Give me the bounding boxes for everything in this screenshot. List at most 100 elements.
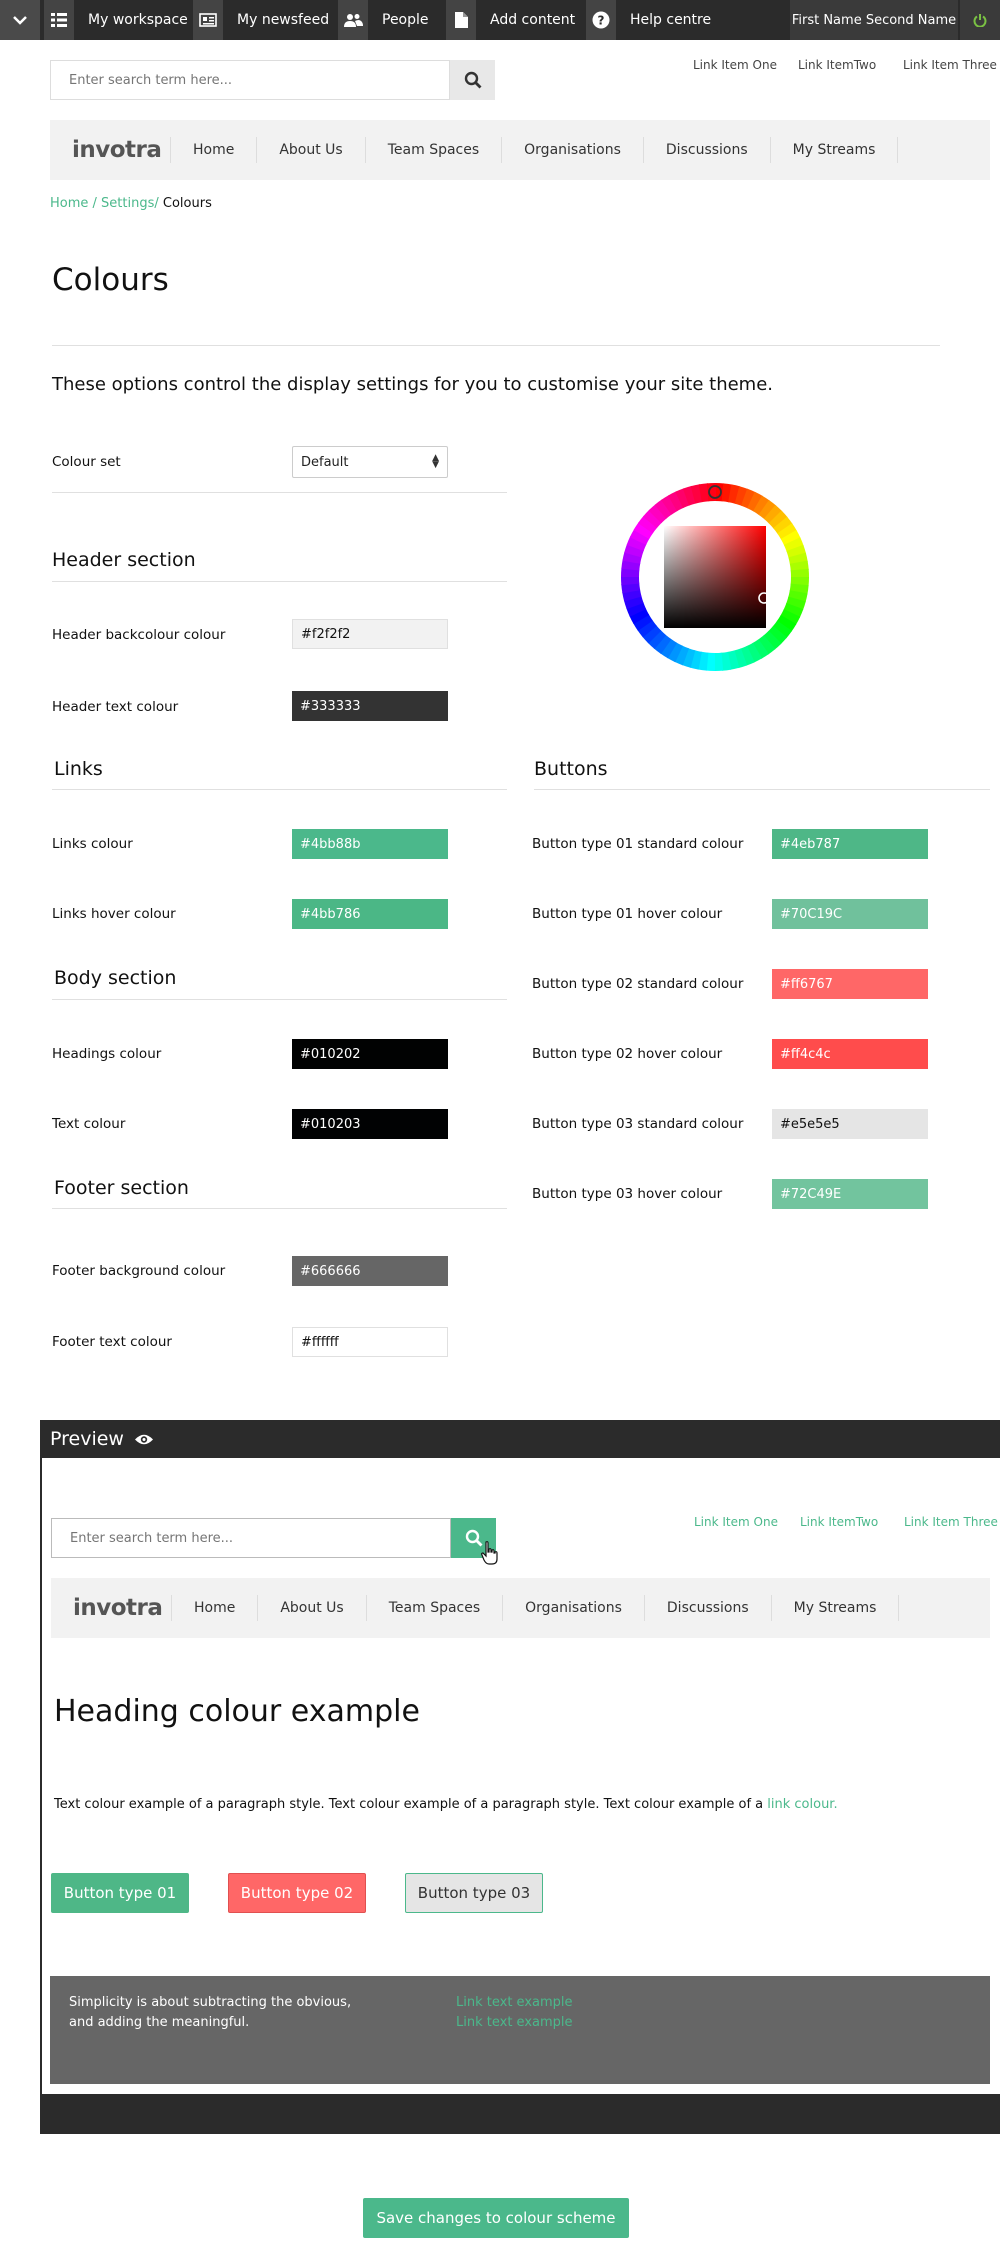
- search-button[interactable]: [450, 60, 495, 100]
- preview-nav-team-spaces[interactable]: Team Spaces: [365, 1595, 502, 1621]
- preview-link-item-two[interactable]: Link ItemTwo: [800, 1515, 878, 1529]
- headings-colour-field[interactable]: #010202: [292, 1039, 448, 1069]
- nav-about-us[interactable]: About Us: [256, 137, 364, 163]
- preview-nav: invotra Home About Us Team Spaces Organi…: [51, 1578, 990, 1638]
- links-hover-label: Links hover colour: [52, 906, 176, 922]
- nav-team-spaces[interactable]: Team Spaces: [364, 137, 501, 163]
- hand-cursor-icon: [481, 1541, 498, 1565]
- my-workspace-label: My workspace: [88, 12, 188, 28]
- button-colour-label: Button type 03 hover colour: [532, 1186, 723, 1202]
- search-icon: [464, 71, 481, 89]
- link-item-three[interactable]: Link Item Three: [903, 58, 997, 72]
- button-colour-field[interactable]: #ff4c4c: [772, 1039, 928, 1069]
- button-colour-field[interactable]: #72C49E: [772, 1179, 928, 1209]
- people-link[interactable]: People: [338, 0, 429, 40]
- my-workspace-link[interactable]: My workspace: [44, 0, 188, 40]
- save-changes-button[interactable]: Save changes to colour scheme: [363, 2198, 629, 2238]
- button-colour-label: Button type 03 standard colour: [532, 1116, 744, 1132]
- footer-quote: Simplicity is about subtracting the obvi…: [69, 1995, 352, 2030]
- button-colour-field[interactable]: #70C19C: [772, 899, 928, 929]
- breadcrumb-home[interactable]: Home /: [50, 196, 97, 211]
- help-centre-link[interactable]: ? Help centre: [586, 0, 711, 40]
- footer-links: Link text example Link text example: [456, 1993, 573, 2033]
- colour-picker-wheel[interactable]: [618, 480, 812, 674]
- footer-text-field[interactable]: #ffffff: [292, 1327, 448, 1357]
- preview-paragraph-link[interactable]: link colour.: [767, 1797, 837, 1812]
- preview-paragraph: Text colour example of a paragraph style…: [54, 1797, 838, 1812]
- footer-section-divider: [52, 1208, 507, 1209]
- button-colour-field[interactable]: #ff6767: [772, 969, 928, 999]
- newspaper-icon: [193, 0, 223, 40]
- svg-text:?: ?: [598, 14, 605, 28]
- preview-button-type-01[interactable]: Button type 01: [51, 1873, 189, 1913]
- main-nav: invotra Home About Us Team Spaces Organi…: [50, 120, 990, 180]
- add-content-label: Add content: [490, 12, 576, 28]
- header-section-title: Header section: [52, 549, 196, 571]
- intro-text: These options control the display settin…: [52, 374, 774, 395]
- select-caret-icon: ▲ ▼: [432, 453, 439, 470]
- add-content-link[interactable]: Add content: [446, 0, 575, 40]
- nav-home[interactable]: Home: [170, 137, 256, 163]
- nav-my-streams[interactable]: My Streams: [769, 137, 899, 163]
- preview-footer: Simplicity is about subtracting the obvi…: [50, 1976, 990, 2084]
- saturation-shade: [664, 526, 766, 628]
- preview-button-type-03[interactable]: Button type 03: [405, 1873, 543, 1913]
- preview-logo[interactable]: invotra: [51, 1595, 171, 1621]
- link-item-one[interactable]: Link Item One: [693, 58, 777, 72]
- link-item-two[interactable]: Link ItemTwo: [798, 58, 876, 72]
- body-section-divider: [52, 999, 507, 1000]
- colour-set-value: Default: [301, 454, 349, 470]
- links-colour-field[interactable]: #4bb88b: [292, 829, 448, 859]
- title-divider: [52, 345, 940, 346]
- people-icon: [338, 0, 368, 40]
- page-title: Colours: [52, 262, 169, 298]
- my-newsfeed-link[interactable]: My newsfeed: [193, 0, 329, 40]
- preview-nav-my-streams[interactable]: My Streams: [770, 1595, 900, 1621]
- header-section-divider: [52, 581, 507, 582]
- top-bar: My workspace My newsfeed People Add cont…: [0, 0, 1000, 40]
- nav-discussions[interactable]: Discussions: [642, 137, 770, 163]
- footer-link-2[interactable]: Link text example: [456, 2013, 573, 2033]
- preview-nav-home[interactable]: Home: [171, 1595, 257, 1621]
- document-icon: [446, 0, 476, 40]
- headings-colour-label: Headings colour: [52, 1046, 162, 1062]
- colour-set-select[interactable]: Default ▲ ▼: [292, 446, 448, 478]
- question-circle-icon: ?: [586, 0, 616, 40]
- preview-link-item-three[interactable]: Link Item Three: [904, 1515, 998, 1529]
- preview-nav-about-us[interactable]: About Us: [257, 1595, 365, 1621]
- links-hover-field[interactable]: #4bb786: [292, 899, 448, 929]
- text-colour-field[interactable]: #010203: [292, 1109, 448, 1139]
- footer-bg-label: Footer background colour: [52, 1263, 226, 1279]
- nav-organisations[interactable]: Organisations: [501, 137, 643, 163]
- header-text-colour-field[interactable]: #333333: [292, 691, 448, 721]
- hue-segment: [621, 575, 640, 586]
- button-colour-field[interactable]: #4eb787: [772, 829, 928, 859]
- preview-bottom-bar: [40, 2094, 1000, 2134]
- body-section-title: Body section: [54, 967, 177, 989]
- preview-search-input[interactable]: [51, 1518, 451, 1558]
- colour-set-label: Colour set: [52, 454, 121, 470]
- logo[interactable]: invotra: [50, 137, 170, 163]
- footer-bg-field[interactable]: #666666: [292, 1256, 448, 1286]
- logout-button[interactable]: [960, 0, 1000, 40]
- footer-link-1[interactable]: Link text example: [456, 1993, 573, 2013]
- breadcrumb-settings[interactable]: Settings/: [101, 196, 159, 211]
- breadcrumb-current: Colours: [162, 196, 212, 211]
- my-newsfeed-label: My newsfeed: [237, 12, 330, 28]
- button-colour-label: Button type 01 hover colour: [532, 906, 723, 922]
- grid-list-icon: [44, 0, 74, 40]
- preview-nav-discussions[interactable]: Discussions: [643, 1595, 771, 1621]
- preview-nav-organisations[interactable]: Organisations: [502, 1595, 644, 1621]
- button-colour-field[interactable]: #e5e5e5: [772, 1109, 928, 1139]
- preview-link-item-one[interactable]: Link Item One: [694, 1515, 778, 1529]
- user-menu[interactable]: First Name Second Name: [790, 0, 958, 40]
- preview-search: [51, 1518, 496, 1558]
- header-backcolour-field[interactable]: #f2f2f2: [292, 619, 448, 649]
- search-icon: [465, 1529, 482, 1547]
- search-input[interactable]: [50, 60, 450, 100]
- links-colour-label: Links colour: [52, 836, 133, 852]
- menu-dropdown-button[interactable]: [0, 0, 40, 40]
- colour-set-divider: [52, 492, 507, 493]
- preview-button-type-02[interactable]: Button type 02: [228, 1873, 366, 1913]
- site-search: [50, 60, 495, 100]
